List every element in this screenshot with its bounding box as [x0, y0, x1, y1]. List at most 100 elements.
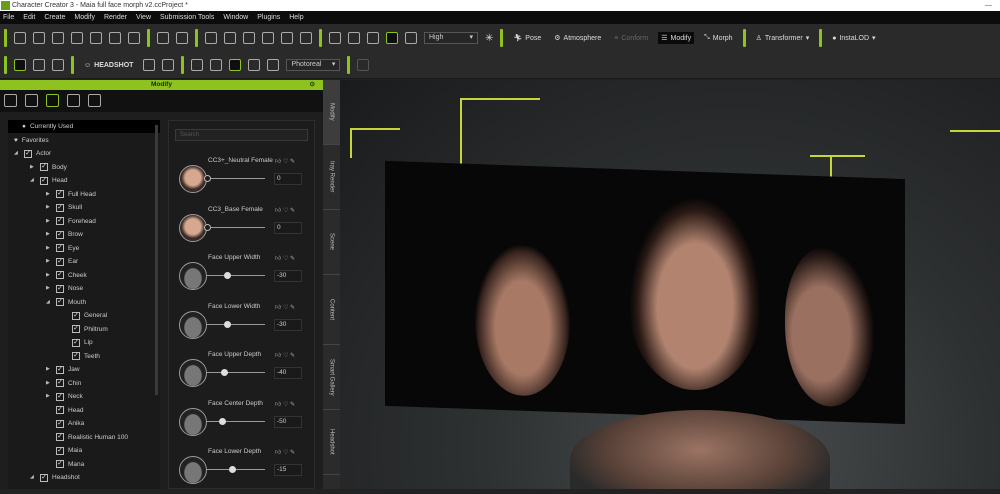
- side-tab-smart-gallery[interactable]: Smart Gallery: [323, 345, 340, 410]
- menu-file[interactable]: File: [3, 11, 14, 24]
- checkbox[interactable]: ✓: [56, 419, 64, 428]
- tree-item[interactable]: ◢ ✓ Head: [30, 174, 68, 187]
- morph-actions[interactable]: 👍︎ ♡ ✎: [275, 303, 295, 311]
- checkbox[interactable]: ✓: [56, 230, 64, 239]
- expand-closed-icon[interactable]: ▶: [30, 161, 36, 174]
- import-icon[interactable]: [71, 32, 83, 44]
- face-tab-icon[interactable]: [67, 94, 80, 107]
- thumbs-up-icon[interactable]: 👍︎: [275, 402, 281, 408]
- expand-closed-icon[interactable]: ▶: [46, 228, 52, 241]
- expand-closed-icon[interactable]: ▶: [46, 377, 52, 390]
- hierarchy-icon[interactable]: [52, 59, 64, 71]
- tree-item[interactable]: ▶ ✓ Nose: [46, 282, 83, 295]
- thumbs-up-icon[interactable]: 👍︎: [275, 208, 281, 214]
- side-tab-scene[interactable]: Scene: [323, 210, 340, 275]
- value-spinbox[interactable]: -50: [274, 415, 302, 428]
- value-spinbox[interactable]: 0: [274, 173, 302, 185]
- expand-closed-icon[interactable]: ▶: [46, 390, 52, 403]
- tree-item[interactable]: ▶ ✓ Cheek: [46, 269, 87, 282]
- slider-track[interactable]: [207, 226, 265, 228]
- slider-track[interactable]: [207, 420, 265, 422]
- quality-dropdown[interactable]: High ▾: [424, 32, 478, 44]
- checkbox[interactable]: ✓: [56, 190, 64, 198]
- tree-item[interactable]: ◢ ✓ Actor: [14, 147, 51, 160]
- tree-item[interactable]: ▶ ✓ Skull: [46, 201, 82, 214]
- value-spinbox[interactable]: -40: [274, 367, 302, 379]
- side-tab-content[interactable]: Content: [323, 275, 340, 345]
- tree-item[interactable]: ◢ ✓ Headshot: [30, 471, 80, 484]
- move-icon[interactable]: [262, 32, 274, 44]
- menu-render[interactable]: Render: [104, 11, 127, 24]
- side-tab-iray-render[interactable]: Iray Render: [323, 145, 340, 210]
- thumbs-up-icon[interactable]: 👍︎: [275, 353, 281, 359]
- search-input[interactable]: Search: [175, 129, 308, 141]
- thumbs-up-icon[interactable]: 👍︎: [275, 159, 281, 165]
- tree-item[interactable]: ▶ ✓ Neck: [46, 390, 83, 403]
- thumbs-up-icon[interactable]: 👍︎: [275, 305, 281, 311]
- menu-modify[interactable]: Modify: [74, 11, 95, 24]
- expand-closed-icon[interactable]: ▶: [46, 188, 52, 201]
- expand-closed-icon[interactable]: ▶: [46, 269, 52, 282]
- fit-icon[interactable]: [348, 32, 360, 44]
- tree-item[interactable]: ✓ Lip: [62, 336, 93, 349]
- tree-item[interactable]: ▶ ✓ Brow: [46, 228, 83, 241]
- value-spinbox[interactable]: -15: [274, 464, 302, 476]
- sliders-tab-icon[interactable]: [4, 94, 17, 107]
- tree-item[interactable]: ◢ ✓ Mouth: [46, 296, 86, 309]
- morph-tool-icon[interactable]: [33, 59, 45, 71]
- tree-item[interactable]: ▶ ✓ Full Head: [46, 188, 96, 201]
- settings-icon[interactable]: [248, 59, 261, 71]
- instalod-button[interactable]: ● InstaLOD ▾: [829, 32, 878, 44]
- 3d-viewport[interactable]: [340, 80, 1000, 489]
- face-icon[interactable]: [405, 32, 417, 44]
- checkbox[interactable]: ✓: [56, 406, 64, 414]
- pose-button[interactable]: 🏃︎ Pose: [510, 32, 544, 44]
- conform-button[interactable]: ≡ Conform: [611, 33, 651, 44]
- heart-icon[interactable]: ♡: [283, 305, 288, 311]
- morph-tab-icon[interactable]: [46, 94, 59, 107]
- tree-item[interactable]: ✓ Mana: [46, 458, 84, 471]
- tree-item[interactable]: ✓ Philtrum: [62, 323, 108, 336]
- expand-closed-icon[interactable]: ▶: [46, 242, 52, 255]
- value-spinbox[interactable]: 0: [274, 221, 302, 234]
- morph-actions[interactable]: 👍︎ ♡ ✎: [275, 206, 295, 214]
- expand-closed-icon[interactable]: ▶: [46, 215, 52, 228]
- select-arrow-icon[interactable]: [243, 32, 255, 44]
- tree-item[interactable]: ● Currently Used: [8, 120, 160, 133]
- tree-item[interactable]: ▶ ✓ Eye: [46, 242, 79, 255]
- checkbox[interactable]: ✓: [40, 473, 48, 482]
- edit-icon[interactable]: ✎: [290, 450, 295, 456]
- close-icon[interactable]: ⊙: [310, 80, 315, 90]
- value-spinbox[interactable]: -30: [274, 318, 302, 331]
- tree-item[interactable]: ▶ ✓ Ear: [46, 255, 78, 268]
- thumbs-up-icon[interactable]: 👍︎: [275, 450, 281, 456]
- morph-actions[interactable]: 👍︎ ♡ ✎: [275, 400, 295, 408]
- light-icon[interactable]: ✳: [485, 33, 493, 44]
- expand-closed-icon[interactable]: ▶: [46, 255, 52, 268]
- thumbs-up-icon[interactable]: 👍︎: [275, 256, 281, 262]
- menu-edit[interactable]: Edit: [23, 11, 35, 24]
- tree-item[interactable]: ♥ Favorites: [14, 134, 49, 147]
- screenshot-icon[interactable]: [128, 32, 140, 44]
- edit-icon[interactable]: ✎: [290, 256, 295, 262]
- slider-handle[interactable]: [228, 466, 236, 473]
- head-icon[interactable]: [143, 59, 156, 71]
- transformer-button[interactable]: ♙ Transformer ▾: [753, 32, 813, 44]
- export-icon[interactable]: [90, 32, 102, 44]
- tree-scrollbar[interactable]: [155, 125, 158, 395]
- menu-view[interactable]: View: [136, 11, 151, 24]
- tree-item[interactable]: ▶ ✓ Jaw: [46, 363, 80, 376]
- checkbox[interactable]: ✓: [56, 433, 64, 441]
- slider-handle[interactable]: [224, 320, 232, 328]
- checker-tab-icon[interactable]: [88, 94, 101, 107]
- menu-help[interactable]: Help: [289, 11, 303, 24]
- slider-track[interactable]: [207, 275, 265, 276]
- character-icon[interactable]: [14, 59, 26, 71]
- auto-icon[interactable]: [229, 59, 242, 71]
- slider-track[interactable]: [207, 178, 265, 179]
- zoom-figure-icon[interactable]: [210, 59, 223, 71]
- view-mode-icon[interactable]: [386, 32, 398, 44]
- checkbox[interactable]: ✓: [56, 460, 64, 468]
- edit-icon[interactable]: ✎: [290, 208, 295, 214]
- expand-closed-icon[interactable]: ▶: [46, 201, 52, 214]
